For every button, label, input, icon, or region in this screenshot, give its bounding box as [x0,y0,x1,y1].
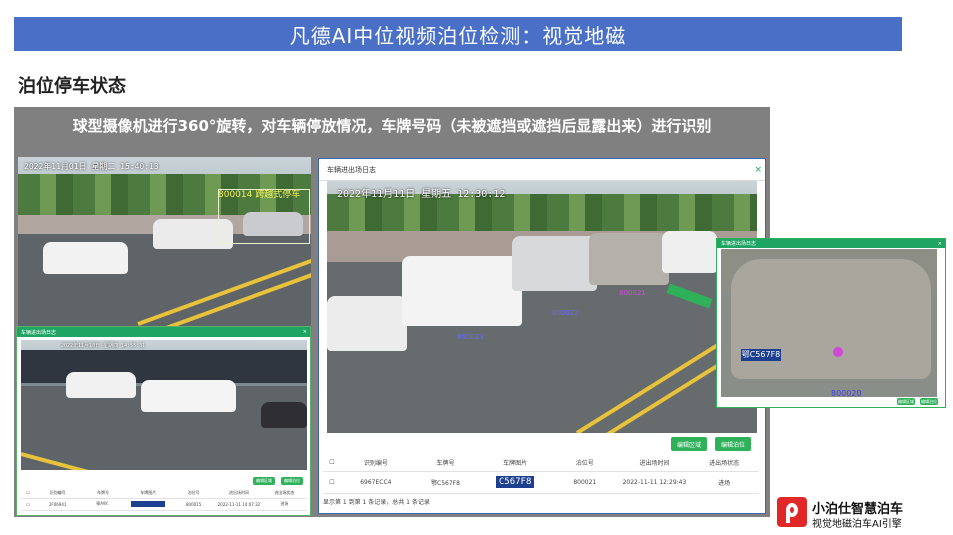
edit-area-button[interactable]: 编辑区域 [671,437,707,451]
edit-area-button[interactable]: 编辑区域 [253,477,275,485]
detection-label: 800014 跨越式停车 [218,190,301,200]
column-header: 车牌号 [80,488,126,499]
table-cell: 2022-11-11 12:29:43 [619,471,690,494]
select-all-checkbox[interactable]: ☐ [21,488,35,499]
camera-view-small: 2022年11月10日 星期四 14:55:31 [21,340,307,470]
column-header: 识别编号 [35,488,81,499]
table-cell: 2F06941 [35,498,81,511]
section-title: 泊位停车状态 [18,76,126,97]
table-row[interactable]: ☐ 2F06941 鄂A9Y.. 800015 2022-11-11 14:07… [21,498,307,511]
table-row[interactable]: ☐ 6967ECC4 鄂C567F8 C567F8 800021 2022-11… [323,471,759,494]
slot-label: 800022 [552,309,579,317]
table-cell: 进场 [261,498,307,511]
column-header: 识别编号 [341,455,411,472]
camera-timestamp: 2022年11月01日 星期二 15:40:13 [24,162,159,171]
table-cell: 800015 [170,498,217,511]
table-cell: 进场 [689,471,759,494]
window-header: 车辆进出场日志 × [717,239,945,248]
edit-area-button[interactable]: 编辑区域 [897,398,915,405]
slot-marker [833,347,843,357]
window-header: 车辆进出场日志 × [17,327,310,337]
table-cell: 鄂A9Y.. [80,498,126,511]
column-header: 车牌号 [410,455,481,472]
close-icon[interactable]: × [938,241,942,247]
plate-image [125,498,171,511]
edit-slot-button[interactable]: 编辑泊位 [715,437,751,451]
table-cell: 鄂C567F8 [410,471,481,494]
column-header: 车牌图片 [480,455,550,472]
brand-logo [777,497,807,527]
window-title: 车辆进出场日志 [721,241,757,247]
log-table-small: ☐ 识别编号 车牌号 车牌图片 泊位号 进出场时间 进出场状态 ☐ 2F0694… [21,488,307,511]
plate-image: C567F8 [480,471,550,494]
slot-label: 800020 [831,389,862,397]
slot-label: 800021 [619,289,646,297]
camera-view-main: 2022年11月11日 星期五 12:30:12 800023 800022 8… [327,181,757,433]
row-checkbox[interactable]: ☐ [21,498,35,511]
panel-caption: 球型摄像机进行360°旋转，对车辆停放情况，车牌号码（未被遮挡或遮挡后显露出来）… [72,117,712,135]
column-header: 车牌图片 [125,488,171,499]
close-icon[interactable]: × [754,165,762,175]
column-header: 泊位号 [170,488,217,499]
log-table-main: ☐ 识别编号 车牌号 车牌图片 泊位号 进出场时间 进出场状态 ☐ 6967EC… [323,455,759,506]
column-header: 泊位号 [549,455,620,472]
pagination-info: 显示第 1 到第 1 条记录，总共 1 条记录 [323,498,430,506]
slide-title: 凡德AI中位视频泊位检测：视觉地磁 [14,17,902,51]
slot-label: 800023 [457,333,484,341]
brand-tagline: 视觉地磁泊车AI引擎 [812,519,902,530]
window-title: 车辆进出场日志 [21,329,57,336]
table-cell: 2022-11-11 14:07:32 [216,498,262,511]
column-header: 进出场时间 [216,488,262,499]
table-cell: 6967ECC4 [341,471,411,494]
column-header: 进出场状态 [261,488,307,499]
edit-slot-button[interactable]: 编辑泊位 [281,477,303,485]
camera-timestamp: 2022年11月11日 星期五 12:30:12 [337,189,506,200]
plate: 鄂C567F8 [741,349,781,361]
entry-log-window-main: 车辆进出场日志 × 2022年11月11日 星期五 12:30:12 80002… [318,158,766,514]
close-icon[interactable]: × [303,329,307,335]
zoom-view: 鄂C567F8 800020 [721,249,937,397]
camera-view-left: 2022年11月01日 星期二 15:40:13 800014 跨越式停车 [18,157,311,327]
edit-slot-button[interactable]: 编辑泊位 [920,398,938,405]
column-header: 进出场时间 [619,455,690,472]
camera-timestamp: 2022年11月10日 星期四 14:55:31 [61,343,146,349]
slide: 凡德AI中位视频泊位检测：视觉地磁 泊位停车状态 球型摄像机进行360°旋转，对… [0,0,953,535]
entry-log-window-small: 车辆进出场日志 × 2022年11月10日 星期四 14:55:31 编辑区域 … [16,326,311,516]
select-all-checkbox[interactable]: ☐ [323,455,341,472]
column-header: 进出场状态 [689,455,759,472]
table-cell: 800021 [549,471,620,494]
row-checkbox[interactable]: ☐ [323,471,341,494]
window-title: 车辆进出场日志 [327,165,376,174]
zoom-window: 车辆进出场日志 × 鄂C567F8 800020 编辑区域 编辑泊位 [716,238,946,408]
window-header: 车辆进出场日志 × [319,159,765,181]
